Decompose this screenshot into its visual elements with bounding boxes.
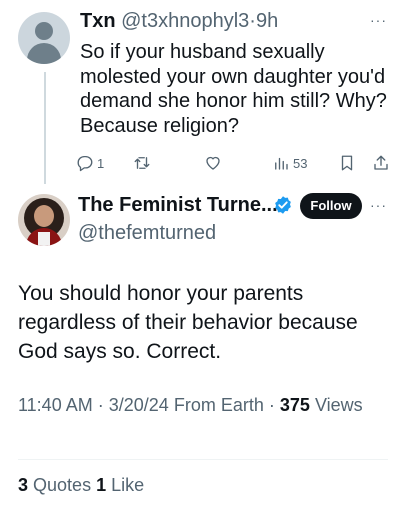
likes-link[interactable]: 1 Like [96, 475, 144, 495]
tweet-date[interactable]: 3/20/24 [109, 395, 169, 415]
divider [18, 459, 388, 460]
reply-button[interactable]: 1 [76, 152, 104, 174]
avatar-face [34, 205, 54, 227]
like-button[interactable] [204, 152, 225, 174]
heart-icon [206, 156, 220, 170]
reply-tweet[interactable]: Txn @t3xhnophyl3·9h ··· So if your husba… [0, 0, 406, 186]
retweet-button[interactable] [132, 152, 155, 174]
default-avatar-body [27, 43, 61, 64]
likes-count: 1 [96, 475, 107, 495]
reply-more-icon[interactable]: ··· [370, 12, 387, 28]
reply-avatar[interactable] [18, 12, 70, 64]
share-button[interactable] [372, 152, 390, 174]
avatar-garment [38, 232, 50, 246]
quotes-link[interactable]: 3 Quotes [18, 475, 91, 495]
verified-badge-icon [275, 196, 291, 214]
share-icon [374, 155, 388, 170]
thread-line [44, 72, 46, 184]
analytics-icon [275, 157, 288, 170]
quotes-count: 3 [18, 475, 29, 495]
reply-header: Txn @t3xhnophyl3·9h [80, 8, 278, 34]
tweet-time[interactable]: 11:40 AM [18, 395, 93, 415]
default-avatar-head [35, 22, 53, 40]
reply-timestamp[interactable]: 9h [256, 10, 278, 32]
retweet-icon [134, 157, 150, 169]
meta-separator: · [97, 395, 104, 415]
main-tweet-text: You should honor your parents regardless… [18, 282, 358, 363]
reply-action-bar: 1 53 [76, 152, 396, 174]
bookmark-button[interactable] [338, 152, 356, 174]
reply-author-handle[interactable]: @t3xhnophyl3 [121, 10, 249, 32]
main-author-name[interactable]: The Feminist Turne... [78, 192, 278, 218]
views-button[interactable]: 53 [272, 152, 307, 174]
follow-button[interactable]: Follow [300, 193, 362, 219]
views-count: 53 [293, 155, 308, 171]
quotes-label: Quotes [33, 475, 92, 495]
reply-text: So if your husband sexually molested you… [80, 41, 387, 137]
tweet-metadata: 11:40 AM · 3/20/24 From Earth · 375 View… [18, 392, 398, 418]
main-author-handle[interactable]: @thefemturned [78, 220, 216, 246]
reply-separator: · [249, 10, 256, 32]
views-number: 375 [279, 395, 310, 415]
main-avatar[interactable] [18, 194, 70, 246]
views-label: Views [314, 395, 363, 415]
engagement-stats: 3 Quotes 1 Like [18, 472, 144, 498]
tweet-source: From Earth [173, 395, 264, 415]
reply-count: 1 [97, 155, 105, 171]
bookmark-icon [341, 155, 353, 171]
comment-icon [77, 155, 93, 172]
reply-author-name[interactable]: Txn [80, 10, 116, 32]
main-more-icon[interactable]: ··· [370, 197, 387, 213]
meta-separator: · [268, 395, 275, 415]
likes-label: Like [111, 475, 145, 495]
